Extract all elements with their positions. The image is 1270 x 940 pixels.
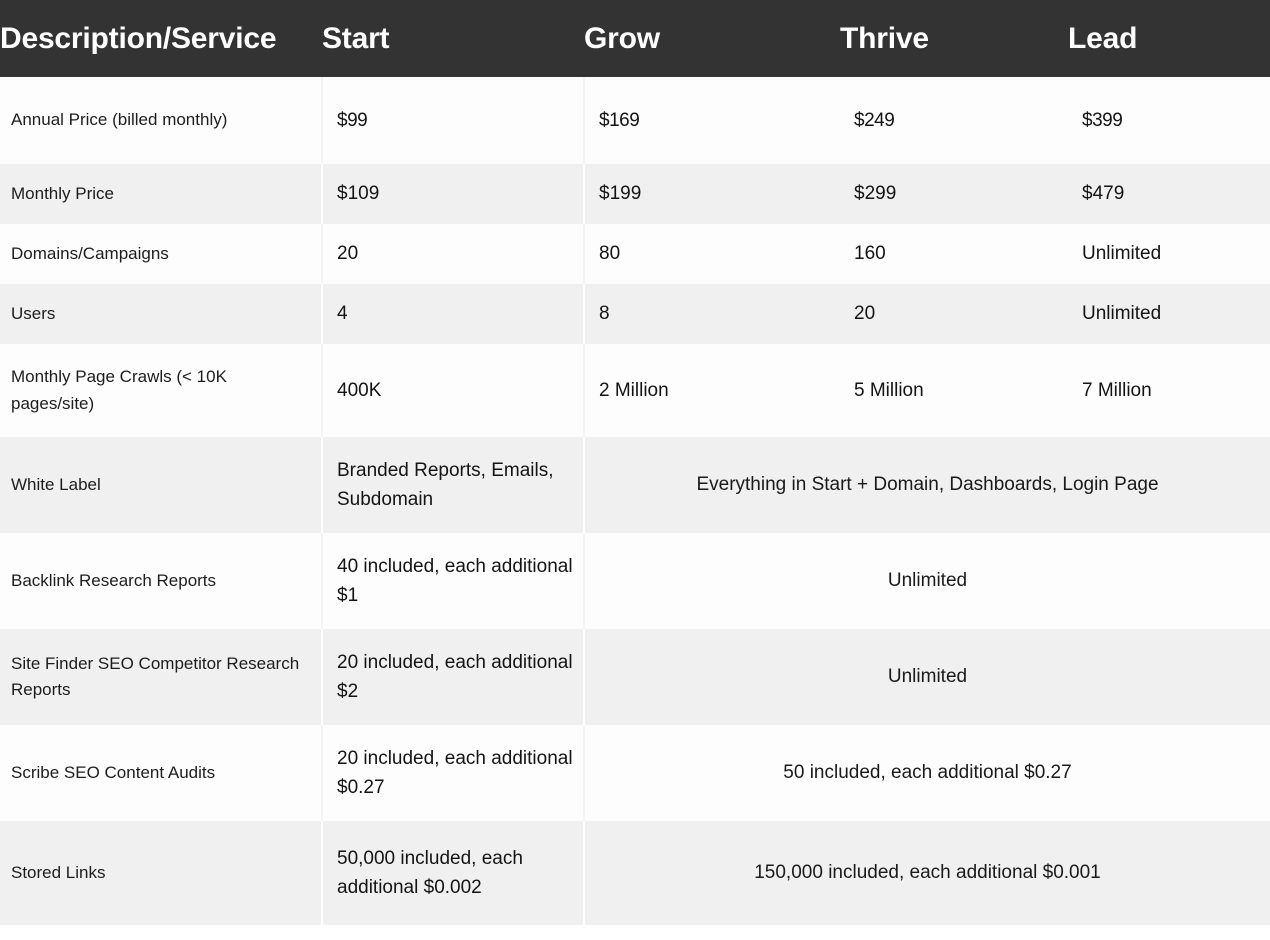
row-label-monthly-page-crawls: Monthly Page Crawls (< 10K pages/site) (0, 344, 322, 437)
table-body: Annual Price (billed monthly) $99 $169 $… (0, 77, 1270, 925)
cell-annual-price-thrive: $249 (840, 77, 1068, 164)
table-row: Backlink Research Reports 40 included, e… (0, 533, 1270, 629)
column-header-description: Description/Service (0, 0, 322, 77)
column-header-start: Start (322, 0, 584, 77)
row-label-white-label: White Label (0, 437, 322, 533)
table-row: Site Finder SEO Competitor Research Repo… (0, 629, 1270, 725)
pricing-comparison-table: Description/Service Start Grow Thrive Le… (0, 0, 1270, 925)
cell-crawls-grow: 2 Million (583, 344, 840, 437)
cell-stored-links-merged: 150,000 included, each additional $0.001 (583, 821, 1270, 925)
cell-domains-thrive: 160 (840, 224, 1068, 284)
cell-annual-price-lead: $399 (1068, 77, 1270, 164)
cell-annual-price-grow: $169 (583, 77, 840, 164)
cell-domains-grow: 80 (583, 224, 840, 284)
cell-domains-start: 20 (321, 224, 584, 284)
row-label-domains-campaigns: Domains/Campaigns (0, 224, 322, 284)
cell-users-start: 4 (321, 284, 584, 344)
cell-domains-lead: Unlimited (1068, 224, 1270, 284)
table-row: Stored Links 50,000 included, each addit… (0, 821, 1270, 925)
column-header-grow: Grow (584, 0, 840, 77)
cell-site-finder-start: 20 included, each additional $2 (321, 629, 584, 725)
cell-users-lead: Unlimited (1068, 284, 1270, 344)
cell-scribe-merged: 50 included, each additional $0.27 (583, 725, 1270, 821)
cell-scribe-start: 20 included, each additional $0.27 (321, 725, 584, 821)
column-header-lead: Lead (1068, 0, 1270, 77)
table-row: Annual Price (billed monthly) $99 $169 $… (0, 77, 1270, 164)
cell-white-label-merged: Everything in Start + Domain, Dashboards… (583, 437, 1270, 533)
cell-users-thrive: 20 (840, 284, 1068, 344)
cell-crawls-thrive: 5 Million (840, 344, 1068, 437)
row-label-annual-price: Annual Price (billed monthly) (0, 77, 322, 164)
cell-users-grow: 8 (583, 284, 840, 344)
cell-monthly-price-grow: $199 (583, 164, 840, 224)
cell-monthly-price-start: $109 (321, 164, 584, 224)
table-row: Users 4 8 20 Unlimited (0, 284, 1270, 344)
row-label-scribe-content-audits: Scribe SEO Content Audits (0, 725, 322, 821)
table-header: Description/Service Start Grow Thrive Le… (0, 0, 1270, 77)
cell-stored-links-start: 50,000 included, each additional $0.002 (321, 821, 584, 925)
table-row: White Label Branded Reports, Emails, Sub… (0, 437, 1270, 533)
table-row: Monthly Page Crawls (< 10K pages/site) 4… (0, 344, 1270, 437)
row-label-monthly-price: Monthly Price (0, 164, 322, 224)
row-label-backlink-research-reports: Backlink Research Reports (0, 533, 322, 629)
table-header-row: Description/Service Start Grow Thrive Le… (0, 0, 1270, 77)
cell-backlink-start: 40 included, each additional $1 (321, 533, 584, 629)
cell-monthly-price-lead: $479 (1068, 164, 1270, 224)
cell-annual-price-start: $99 (321, 77, 584, 164)
table-row: Monthly Price $109 $199 $299 $479 (0, 164, 1270, 224)
cell-white-label-start: Branded Reports, Emails, Subdomain (321, 437, 584, 533)
row-label-site-finder-reports: Site Finder SEO Competitor Research Repo… (0, 629, 322, 725)
cell-crawls-start: 400K (321, 344, 584, 437)
row-label-stored-links: Stored Links (0, 821, 322, 925)
column-header-thrive: Thrive (840, 0, 1068, 77)
cell-backlink-merged: Unlimited (583, 533, 1270, 629)
row-label-users: Users (0, 284, 322, 344)
table-row: Scribe SEO Content Audits 20 included, e… (0, 725, 1270, 821)
cell-site-finder-merged: Unlimited (583, 629, 1270, 725)
cell-monthly-price-thrive: $299 (840, 164, 1068, 224)
cell-crawls-lead: 7 Million (1068, 344, 1270, 437)
table-row: Domains/Campaigns 20 80 160 Unlimited (0, 224, 1270, 284)
